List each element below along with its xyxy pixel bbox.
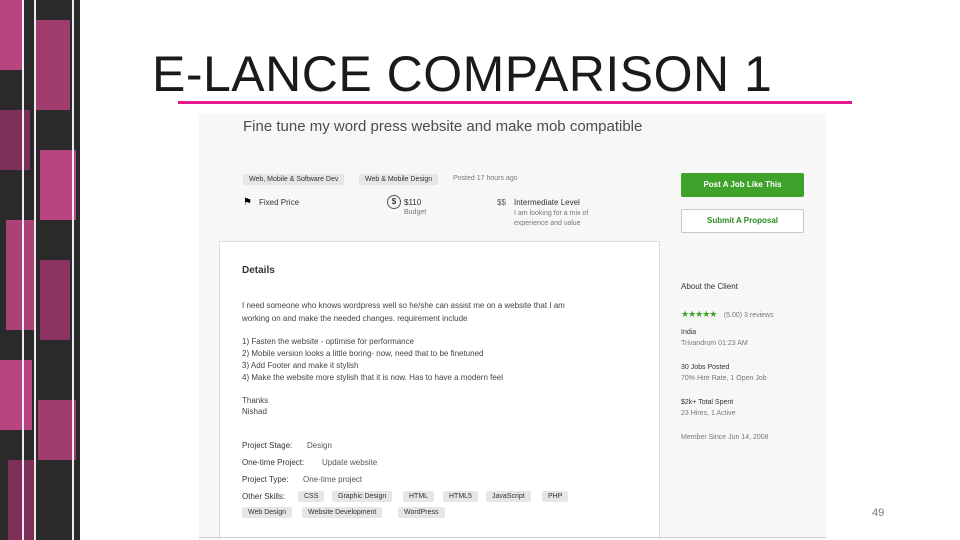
star-icon: ★★★★★ — [681, 309, 717, 319]
page-number: 49 — [872, 507, 885, 519]
level-title: Intermediate Level — [514, 198, 580, 207]
budget-value: $110 — [404, 198, 422, 207]
tag-icon: ⚑ — [243, 197, 252, 208]
divider — [199, 537, 826, 538]
requirement-item: 3) Add Footer and make it stylish — [242, 361, 359, 370]
author-name: Nishad — [242, 407, 267, 416]
signoff: Thanks — [242, 396, 269, 405]
skill-tag[interactable]: CSS — [298, 491, 325, 502]
type-value: One-time project — [303, 475, 363, 484]
details-card: Details I need someone who knows wordpre… — [219, 241, 660, 539]
details-heading: Details — [242, 265, 275, 276]
skill-tag[interactable]: WordPress — [398, 507, 445, 518]
hire-rate: 70% Hire Rate, 1 Open Job — [681, 375, 767, 382]
submit-proposal-button[interactable]: Submit A Proposal — [681, 209, 804, 233]
dollar-circle-icon: $ — [387, 195, 401, 209]
level-icon: $$ — [497, 198, 506, 207]
hires: 23 Hires, 1 Active — [681, 410, 736, 417]
level-desc: experience and value — [514, 220, 581, 227]
member-since: Member Since Jun 14, 2008 — [681, 434, 769, 441]
total-spent: $2k+ Total Spent — [681, 399, 734, 406]
decorative-photo-strip — [0, 0, 80, 540]
type-label: Project Type: — [242, 475, 289, 484]
skill-tag[interactable]: Website Development — [302, 507, 383, 518]
level-desc: I am looking for a mix of — [514, 210, 589, 217]
skill-tag[interactable]: Web Design — [242, 507, 293, 518]
skills-label: Other Skills: — [242, 492, 286, 501]
posted-time: Posted 17 hours ago — [453, 175, 518, 182]
post-job-button[interactable]: Post A Job Like This — [681, 173, 804, 197]
client-country: India — [681, 329, 697, 336]
rating-text: (5.00) 3 reviews — [723, 312, 774, 319]
title-underline — [178, 101, 852, 104]
slide-title: E-LANCE COMPARISON 1 — [152, 46, 773, 102]
client-heading: About the Client — [681, 282, 738, 291]
requirement-item: 2) Mobile version looks a little boring-… — [242, 349, 484, 358]
details-text: working on and make the needed changes. … — [242, 314, 468, 323]
budget-label: Budget — [404, 209, 427, 216]
client-rating: ★★★★★ (5.00) 3 reviews — [681, 304, 774, 322]
skill-tag[interactable]: Graphic Design — [332, 491, 393, 502]
price-type: Fixed Price — [259, 198, 300, 207]
requirement-item: 1) Fasten the website - optimise for per… — [242, 337, 415, 346]
skill-tag[interactable]: HTML5 — [443, 491, 478, 502]
category-tag[interactable]: Web, Mobile & Software Dev — [243, 174, 345, 185]
client-city-time: Trivandrum 01:23 AM — [681, 340, 748, 347]
job-posting-screenshot: Fine tune my word press website and make… — [199, 114, 826, 539]
onetime-value: Update website — [322, 458, 378, 467]
category-tag[interactable]: Web & Mobile Design — [359, 174, 439, 185]
requirement-item: 4) Make the website more stylish that it… — [242, 373, 504, 382]
stage-value: Design — [307, 441, 332, 450]
skill-tag[interactable]: HTML — [403, 491, 435, 502]
job-title: Fine tune my word press website and make… — [243, 118, 643, 135]
skill-tag[interactable]: JavaScript — [486, 491, 531, 502]
stage-label: Project Stage: — [242, 441, 293, 450]
jobs-posted: 30 Jobs Posted — [681, 364, 730, 371]
onetime-label: One-time Project: — [242, 458, 305, 467]
skill-tag[interactable]: PHP — [542, 491, 569, 502]
details-text: I need someone who knows wordpress well … — [242, 301, 565, 310]
